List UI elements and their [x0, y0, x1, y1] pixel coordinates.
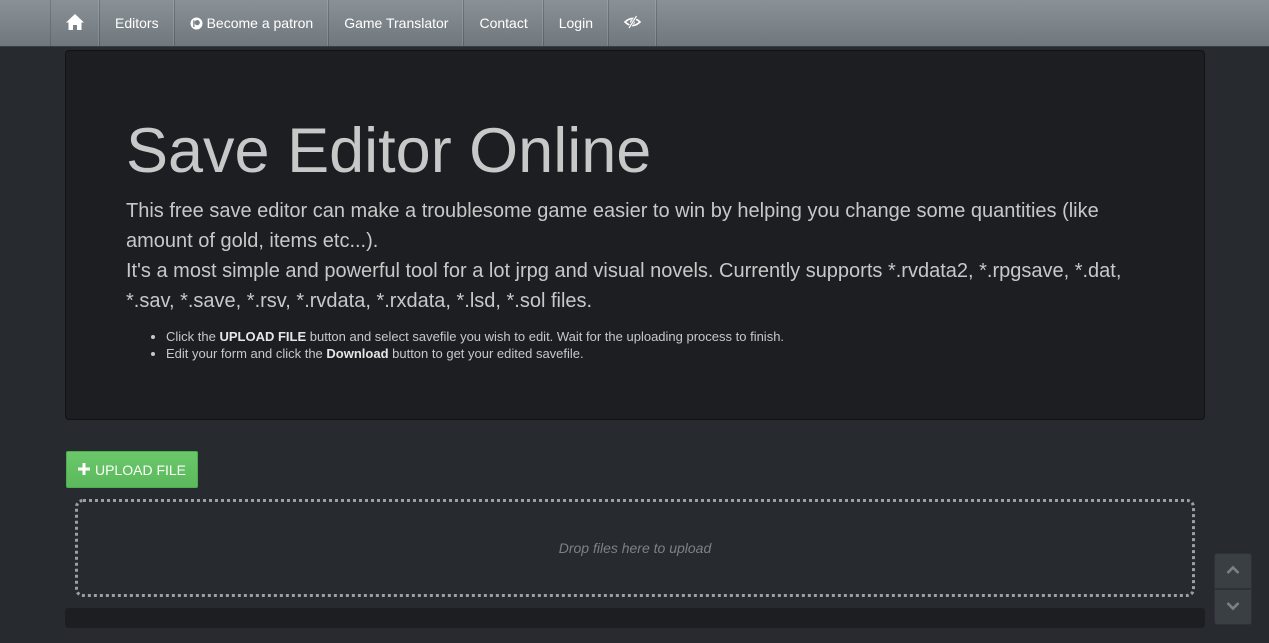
nav-login-label[interactable]: Login	[559, 15, 593, 31]
instructions-list: Click the UPLOAD FILE button and select …	[126, 328, 1166, 362]
navbar: Editors Become a patron Game Translator …	[0, 0, 1269, 47]
nav-become-patron[interactable]: Become a patron	[175, 0, 330, 46]
upload-file-button[interactable]: UPLOAD FILE	[66, 451, 198, 488]
nav-theme-toggle[interactable]	[609, 0, 657, 46]
instruction-emphasis: Download	[326, 346, 389, 361]
instruction-text: button to get your edited savefile.	[388, 346, 584, 361]
instruction-text: Click the	[166, 329, 220, 344]
dropzone-text: Drop files here to upload	[558, 540, 712, 556]
eye-slash-icon[interactable]	[623, 14, 642, 32]
home-icon[interactable]	[65, 13, 85, 34]
page-title: Save Editor Online	[126, 116, 652, 186]
instruction-text: Edit your form and click the	[166, 346, 327, 361]
nav-become-patron-label[interactable]: Become a patron	[207, 15, 314, 31]
nav-list: Editors Become a patron Game Translator …	[50, 0, 657, 47]
nav-game-translator[interactable]: Game Translator	[329, 0, 465, 46]
intro-paragraph-1: This free save editor can make a trouble…	[126, 200, 1099, 252]
upload-file-label[interactable]: UPLOAD FILE	[95, 462, 186, 478]
nav-game-translator-label[interactable]: Game Translator	[344, 15, 448, 31]
file-dropzone[interactable]: Drop files here to upload	[75, 499, 1195, 597]
scroll-up-button[interactable]	[1214, 553, 1252, 589]
nav-contact[interactable]: Contact	[464, 0, 544, 46]
nav-login[interactable]: Login	[544, 0, 609, 46]
nav-editors-label[interactable]: Editors	[115, 15, 159, 31]
bottom-panel	[65, 608, 1205, 628]
plus-icon	[77, 460, 90, 480]
nav-home[interactable]	[51, 0, 100, 46]
scroll-down-button[interactable]	[1214, 589, 1252, 625]
instruction-item: Edit your form and click the Download bu…	[166, 345, 1166, 362]
jumbotron: Save Editor Online This free save editor…	[65, 50, 1205, 420]
instruction-emphasis: UPLOAD FILE	[219, 329, 307, 344]
chevron-down-icon	[1226, 598, 1240, 616]
nav-contact-label[interactable]: Contact	[479, 15, 527, 31]
instruction-text: button and select savefile you wish to e…	[306, 329, 785, 344]
nav-editors[interactable]: Editors	[100, 0, 175, 46]
chevron-up-icon	[1226, 562, 1240, 580]
patreon-icon	[190, 17, 203, 30]
intro-paragraph-2: It's a most simple and powerful tool for…	[126, 260, 1122, 312]
instruction-item: Click the UPLOAD FILE button and select …	[166, 328, 1166, 345]
intro-text: This free save editor can make a trouble…	[126, 196, 1136, 316]
